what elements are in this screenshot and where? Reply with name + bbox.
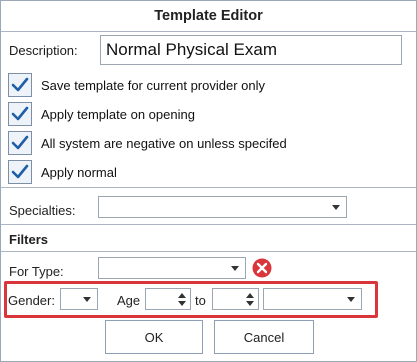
checkbox-apply-on-opening[interactable] [8, 102, 32, 126]
specialties-select[interactable] [98, 196, 347, 218]
age-to-spinner[interactable] [212, 288, 259, 310]
gender-label: Gender: [8, 293, 55, 308]
for-type-label: For Type: [9, 264, 64, 279]
age-to-label: to [195, 293, 206, 308]
arrow-down-icon[interactable] [246, 301, 254, 306]
checkbox-row-apply-on-opening[interactable]: Apply template on opening [8, 101, 195, 127]
gender-select[interactable] [60, 288, 98, 310]
checkbox-label: All system are negative on unless specif… [41, 135, 287, 151]
checkbox-label: Apply normal [41, 164, 117, 180]
divider [1, 187, 416, 188]
ok-button[interactable]: OK [105, 320, 203, 354]
clear-filter-icon[interactable] [252, 258, 272, 278]
checkmark-icon [11, 106, 29, 121]
divider [1, 224, 416, 225]
checkbox-save-template[interactable] [8, 73, 32, 97]
checkmark-icon [11, 135, 29, 150]
description-input[interactable] [100, 35, 402, 65]
chevron-down-icon[interactable] [332, 205, 340, 210]
chevron-down-icon[interactable] [347, 297, 355, 302]
arrow-down-icon[interactable] [178, 301, 186, 306]
checkbox-label: Apply template on opening [41, 106, 195, 122]
chevron-down-icon[interactable] [231, 266, 239, 271]
chevron-down-icon[interactable] [83, 297, 91, 302]
age-unit-select[interactable] [263, 288, 362, 310]
dialog-title: Template Editor [1, 1, 416, 32]
checkmark-icon [11, 77, 29, 92]
checkbox-all-negative[interactable] [8, 131, 32, 155]
age-from-spinner[interactable] [145, 288, 191, 310]
description-label: Description: [9, 43, 78, 58]
cancel-button[interactable]: Cancel [214, 320, 314, 354]
checkbox-row-save-template[interactable]: Save template for current provider only [8, 72, 265, 98]
checkbox-row-apply-normal[interactable]: Apply normal [8, 159, 117, 185]
checkbox-apply-normal[interactable] [8, 160, 32, 184]
specialties-label: Specialties: [9, 203, 76, 218]
arrow-up-icon[interactable] [246, 293, 254, 298]
divider [1, 251, 416, 252]
age-label: Age [117, 293, 141, 308]
checkbox-row-all-negative[interactable]: All system are negative on unless specif… [8, 130, 287, 156]
template-editor-dialog: Template Editor Description: Save templa… [0, 0, 417, 362]
checkmark-icon [11, 164, 29, 179]
filters-heading: Filters [9, 232, 49, 247]
for-type-select[interactable] [98, 257, 246, 279]
arrow-up-icon[interactable] [178, 293, 186, 298]
checkbox-label: Save template for current provider only [41, 77, 265, 93]
